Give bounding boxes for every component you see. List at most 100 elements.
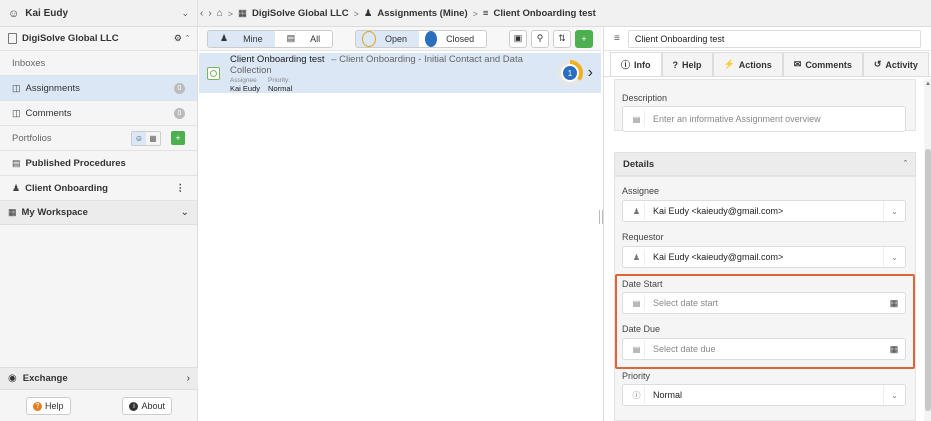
chevron-down-icon[interactable]: ⌄ <box>883 385 905 405</box>
exchange-link[interactable]: ◉ Exchange › <box>0 367 198 390</box>
open-circle-icon <box>210 69 217 77</box>
help-icon: ? <box>32 401 42 411</box>
sort-icon[interactable]: ⇅ <box>553 29 572 48</box>
tab-help[interactable]: ? Help <box>661 52 713 76</box>
list-toolbar: ♟ Mine ▤ All Open Closed ▣ ⚲ ⇅ + <box>199 27 601 51</box>
search-icon[interactable]: ⚲ <box>531 29 550 48</box>
filter-all-label: All <box>310 33 321 44</box>
assignment-detail-panel: ≡ ⓘ Info ? Help ⚡ Actions ✉ Comments ↺ A… <box>603 27 931 421</box>
chevron-up-icon[interactable]: ˆ <box>904 159 907 169</box>
breadcrumb-org[interactable]: DigiSolve Global LLC <box>252 8 349 19</box>
status-open-button[interactable]: Open <box>356 30 420 47</box>
gear-icon[interactable]: ⚙ <box>174 33 182 44</box>
grid-view-icon[interactable]: ▦ <box>146 132 160 145</box>
people-icon: ♟ <box>12 182 21 193</box>
about-button[interactable]: i About <box>122 397 172 415</box>
exchange-label: Exchange <box>22 373 68 384</box>
workspace-label: My Workspace <box>21 207 88 218</box>
help-icon: ? <box>672 59 679 70</box>
breadcrumb: ‹ › ⌂ > ▦ DigiSolve Global LLC > ♟ Assig… <box>200 0 596 27</box>
meta-assignee-key: Assignee <box>230 76 257 84</box>
sidebar-item-label: Published Procedures <box>25 157 126 169</box>
status-open-label: Open <box>385 33 408 44</box>
chevron-right-icon: › <box>186 373 190 384</box>
owner-filter: ♟ Mine ▤ All <box>207 29 334 48</box>
history-icon: ↺ <box>873 59 882 69</box>
comment-icon: ✉ <box>793 59 802 69</box>
info-icon: ⓘ <box>621 60 631 70</box>
chevron-right-icon[interactable]: › <box>588 64 593 82</box>
tab-help-label: Help <box>682 59 702 70</box>
building-icon <box>8 33 17 44</box>
user-menu[interactable]: ☺ Kai Eudy ⌄ <box>0 0 198 27</box>
assignment-row[interactable]: Client Onboarding test – Client Onboardi… <box>199 53 601 93</box>
list-icon[interactable]: ≡ <box>614 33 620 44</box>
progress-donut: 1 <box>556 60 583 86</box>
chevron-down-icon[interactable]: ⌄ <box>883 201 905 221</box>
filter-mine-label: Mine <box>243 33 263 44</box>
add-portfolio-button[interactable]: + <box>171 131 185 145</box>
top-bar: ☺ Kai Eudy ⌄ ‹ › ⌂ > ▦ DigiSolve Global … <box>0 0 931 27</box>
tab-info[interactable]: ⓘ Info <box>610 52 662 76</box>
assignment-list-panel: ♟ Mine ▤ All Open Closed ▣ ⚲ ⇅ + Client … <box>199 27 601 421</box>
breadcrumb-separator: > <box>227 8 233 19</box>
sidebar-item-assignments[interactable]: ◫ Assignments 0 <box>0 76 197 101</box>
scroll-up-icon[interactable]: ▲ <box>925 81 931 87</box>
description-field[interactable]: ▤ Enter an informative Assignment overvi… <box>622 106 906 132</box>
chevron-down-icon[interactable]: ⌄ <box>181 207 189 218</box>
home-icon[interactable]: ⌂ <box>217 8 223 19</box>
user-view-icon[interactable]: ☺ <box>132 131 146 145</box>
priority-label: Priority <box>622 371 651 381</box>
requestor-select[interactable]: ♟ Kai Eudy <kaieudy@gmail.com> ⌄ <box>622 246 906 268</box>
more-icon[interactable]: ⋮ <box>176 183 186 194</box>
tab-actions[interactable]: ⚡ Actions <box>712 52 783 76</box>
info-icon: i <box>129 401 139 411</box>
org-header[interactable]: DigiSolve Global LLC ⚙ ˆ <box>0 27 197 51</box>
tab-activity[interactable]: ↺ Activity <box>862 52 929 76</box>
count-badge: 0 <box>174 107 185 119</box>
sidebar-item-published-procedures[interactable]: ▤ Published Procedures <box>0 151 197 176</box>
add-assignment-button[interactable]: + <box>575 29 594 48</box>
about-label: About <box>141 401 165 411</box>
count-badge: 0 <box>174 82 185 94</box>
chevron-down-icon[interactable]: ⌄ <box>883 247 905 267</box>
portfolio-view-toggle[interactable]: ☺ ▦ <box>131 130 161 146</box>
breadcrumb-assignments[interactable]: Assignments (Mine) <box>377 8 467 19</box>
breadcrumb-separator: > <box>353 8 359 19</box>
assignment-title-input[interactable] <box>627 29 921 48</box>
detail-tabs: ⓘ Info ? Help ⚡ Actions ✉ Comments ↺ Act… <box>604 51 931 77</box>
breadcrumb-current: Client Onboarding test <box>493 8 596 19</box>
chevron-down-icon[interactable]: ⌄ <box>181 8 189 19</box>
tab-activity-label: Activity <box>885 59 918 70</box>
back-arrow-icon[interactable]: ‹ <box>200 8 203 19</box>
workspace-header[interactable]: ▦ My Workspace ⌄ <box>0 201 197 225</box>
priority-value: Normal <box>653 390 683 400</box>
requestor-value: Kai Eudy <kaieudy@gmail.com> <box>653 252 784 262</box>
priority-select[interactable]: ⓘ Normal ⌄ <box>622 384 906 406</box>
date-fields-highlight <box>615 274 915 369</box>
assignee-select[interactable]: ♟ Kai Eudy <kaieudy@gmail.com> ⌄ <box>622 200 906 222</box>
assignment-title-line: Client Onboarding test – Client Onboardi… <box>230 54 556 76</box>
status-filter: Open Closed <box>355 29 488 48</box>
sidebar-item-label: Assignments <box>25 82 80 94</box>
sidebar-item-client-onboarding[interactable]: ♟ Client Onboarding ⋮ <box>0 176 197 201</box>
inbox-icon: ◫ <box>12 82 21 93</box>
chevron-up-icon[interactable]: ˆ <box>186 34 189 44</box>
inbox-tray-icon[interactable]: ▣ <box>509 29 528 48</box>
meta-priority-value: Normal <box>268 83 293 93</box>
actions-icon: ⚡ <box>723 59 735 69</box>
description-placeholder: Enter an informative Assignment overview <box>653 114 821 124</box>
status-checkbox[interactable] <box>207 66 220 80</box>
filter-mine-button[interactable]: ♟ Mine <box>208 30 275 47</box>
tab-comments[interactable]: ✉ Comments <box>782 52 863 76</box>
detail-scrollbar[interactable]: ▲ <box>924 79 931 421</box>
scrollbar-thumb[interactable] <box>925 149 931 411</box>
forward-arrow-icon[interactable]: › <box>208 8 211 19</box>
filter-all-button[interactable]: ▤ All <box>275 31 333 47</box>
sidebar-item-comments[interactable]: ◫ Comments 0 <box>0 101 197 126</box>
table-icon: ▤ <box>12 157 21 168</box>
status-closed-button[interactable]: Closed <box>419 30 486 47</box>
open-circle-icon <box>362 30 377 47</box>
details-section-header[interactable]: Details ˆ <box>614 152 916 176</box>
help-button[interactable]: ? Help <box>25 397 71 415</box>
